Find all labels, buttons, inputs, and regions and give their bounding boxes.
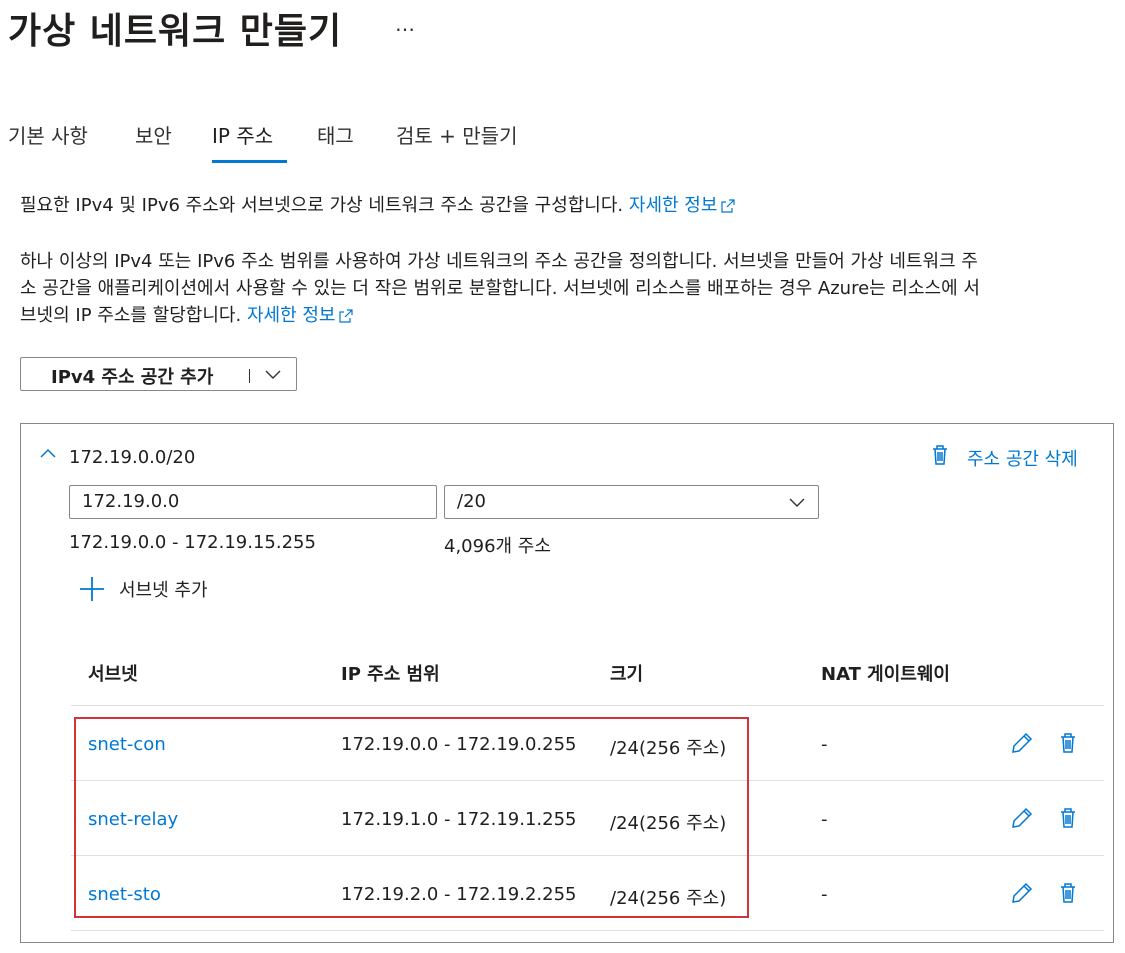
trash-icon[interactable] [1057,882,1079,904]
column-header-ip-range: IP 주소 범위 [341,664,440,685]
column-header-size: 크기 [610,664,644,685]
trash-icon[interactable] [1057,807,1079,829]
add-ipv4-space-label: IPv4 주소 공간 추가 [51,367,214,388]
tab-tags[interactable]: 태그 [317,120,354,149]
address-input[interactable]: 172.19.0.0 [69,485,437,519]
more-options-button[interactable]: … [395,12,415,36]
trash-icon [933,445,947,465]
external-link-icon [721,199,736,213]
address-count-text: 4,096개 주소 [444,536,551,557]
subnet-nat: - [821,884,828,905]
active-tab-indicator [212,160,287,163]
external-link-icon [339,309,354,323]
prefix-select-value: /20 [457,491,486,512]
split-divider [249,369,250,383]
chevron-down-icon [789,498,805,507]
tab-review-create[interactable]: 검토 + 만들기 [396,120,517,149]
description-line-3: 브넷의 IP 주소를 할당합니다. 자세한 정보 [20,302,980,329]
header-divider [71,705,1104,706]
description-line-2: 소 공간을 애플리케이션에서 사용할 수 있는 더 작은 범위로 분할합니다. … [20,278,980,299]
delete-address-space-label: 주소 공간 삭제 [967,449,1078,470]
description-paragraph: 하나 이상의 IPv4 또는 IPv6 주소 범위를 사용하여 가상 네트워크의… [20,248,980,329]
column-header-nat-gateway: NAT 게이트웨이 [821,664,950,685]
column-header-subnet: 서브넷 [88,664,138,685]
trash-icon[interactable] [1057,732,1079,754]
tab-ip-addresses[interactable]: IP 주소 [212,120,273,149]
chevron-up-icon[interactable] [39,446,57,460]
address-space-cidr: 172.19.0.0/20 [69,447,196,468]
learn-more-link-2[interactable]: 자세한 정보 [247,305,354,326]
address-space-panel: 172.19.0.0/20 주소 공간 삭제 172.19.0.0 /20 17… [20,423,1114,943]
tab-basics[interactable]: 기본 사항 [8,120,88,149]
add-subnet-label: 서브넷 추가 [119,580,208,601]
address-range-text: 172.19.0.0 - 172.19.15.255 [69,532,316,553]
subnet-nat: - [821,809,828,830]
pencil-icon[interactable] [1011,882,1033,904]
tab-security[interactable]: 보안 [135,120,172,149]
intro-text: 필요한 IPv4 및 IPv6 주소와 서브넷으로 가상 네트워크 주소 공간을… [20,195,624,216]
prefix-select[interactable]: /20 [444,485,819,519]
address-input-value: 172.19.0.0 [82,491,180,512]
page-title: 가상 네트워크 만들기 [8,11,343,52]
pencil-icon[interactable] [1011,732,1033,754]
row-divider [71,930,1104,931]
add-ipv4-space-button[interactable]: IPv4 주소 공간 추가 [20,357,297,391]
add-subnet-button[interactable]: 서브넷 추가 [79,574,239,602]
description-line-1: 하나 이상의 IPv4 또는 IPv6 주소 범위를 사용하여 가상 네트워크의… [20,251,978,272]
highlight-box [74,717,749,918]
plus-icon [80,577,104,601]
intro-line: 필요한 IPv4 및 IPv6 주소와 서브넷으로 가상 네트워크 주소 공간을… [20,192,736,219]
learn-more-link-1[interactable]: 자세한 정보 [629,195,736,216]
pencil-icon[interactable] [1011,807,1033,829]
chevron-down-icon[interactable] [263,364,283,384]
subnet-nat: - [821,734,828,755]
